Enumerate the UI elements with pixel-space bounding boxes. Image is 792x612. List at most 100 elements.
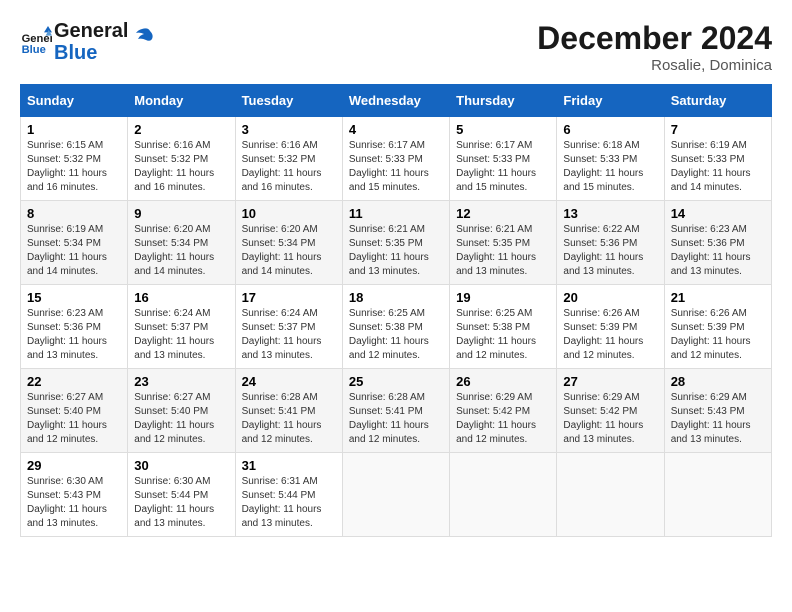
day-cell: 15 Sunrise: 6:23 AM Sunset: 5:36 PM Dayl… xyxy=(21,285,128,369)
sunset-label: Sunset: 5:32 PM xyxy=(27,154,101,165)
day-info: Sunrise: 6:27 AM Sunset: 5:40 PM Dayligh… xyxy=(27,391,121,447)
day-cell: 4 Sunrise: 6:17 AM Sunset: 5:33 PM Dayli… xyxy=(342,117,449,201)
day-cell: 30 Sunrise: 6:30 AM Sunset: 5:44 PM Dayl… xyxy=(128,453,235,537)
day-number: 1 xyxy=(27,122,121,137)
sunset-label: Sunset: 5:35 PM xyxy=(349,238,423,249)
week-row-4: 22 Sunrise: 6:27 AM Sunset: 5:40 PM Dayl… xyxy=(21,369,772,453)
day-number: 23 xyxy=(134,374,228,389)
daylight-label: Daylight: 11 hours and 15 minutes. xyxy=(349,168,429,193)
sunrise-label: Sunrise: 6:29 AM xyxy=(456,392,532,403)
header-tuesday: Tuesday xyxy=(235,85,342,117)
sunset-label: Sunset: 5:43 PM xyxy=(27,490,101,501)
day-cell: 25 Sunrise: 6:28 AM Sunset: 5:41 PM Dayl… xyxy=(342,369,449,453)
day-number: 15 xyxy=(27,290,121,305)
day-cell: 21 Sunrise: 6:26 AM Sunset: 5:39 PM Dayl… xyxy=(664,285,771,369)
sunrise-label: Sunrise: 6:27 AM xyxy=(27,392,103,403)
sunrise-label: Sunrise: 6:24 AM xyxy=(134,308,210,319)
day-number: 24 xyxy=(242,374,336,389)
sunset-label: Sunset: 5:42 PM xyxy=(563,406,637,417)
day-info: Sunrise: 6:30 AM Sunset: 5:44 PM Dayligh… xyxy=(134,475,228,531)
day-number: 3 xyxy=(242,122,336,137)
day-number: 2 xyxy=(134,122,228,137)
daylight-label: Daylight: 11 hours and 12 minutes. xyxy=(349,336,429,361)
daylight-label: Daylight: 11 hours and 13 minutes. xyxy=(242,336,322,361)
sunrise-label: Sunrise: 6:19 AM xyxy=(671,140,747,151)
sunrise-label: Sunrise: 6:22 AM xyxy=(563,224,639,235)
page-container: General Blue General Blue December 2024 … xyxy=(20,20,772,537)
sunrise-label: Sunrise: 6:29 AM xyxy=(671,392,747,403)
day-cell: 31 Sunrise: 6:31 AM Sunset: 5:44 PM Dayl… xyxy=(235,453,342,537)
day-info: Sunrise: 6:15 AM Sunset: 5:32 PM Dayligh… xyxy=(27,139,121,195)
daylight-label: Daylight: 11 hours and 16 minutes. xyxy=(27,168,107,193)
daylight-label: Daylight: 11 hours and 14 minutes. xyxy=(242,252,322,277)
sunset-label: Sunset: 5:33 PM xyxy=(671,154,745,165)
sunset-label: Sunset: 5:35 PM xyxy=(456,238,530,249)
logo-icon: General Blue xyxy=(20,26,52,58)
daylight-label: Daylight: 11 hours and 13 minutes. xyxy=(27,504,107,529)
logo-general: General xyxy=(54,20,128,42)
sunrise-label: Sunrise: 6:20 AM xyxy=(134,224,210,235)
day-number: 13 xyxy=(563,206,657,221)
sunrise-label: Sunrise: 6:18 AM xyxy=(563,140,639,151)
header: General Blue General Blue December 2024 … xyxy=(20,20,772,74)
day-cell xyxy=(450,453,557,537)
sunrise-label: Sunrise: 6:21 AM xyxy=(456,224,532,235)
day-number: 16 xyxy=(134,290,228,305)
day-number: 25 xyxy=(349,374,443,389)
week-row-3: 15 Sunrise: 6:23 AM Sunset: 5:36 PM Dayl… xyxy=(21,285,772,369)
sunset-label: Sunset: 5:41 PM xyxy=(349,406,423,417)
sunrise-label: Sunrise: 6:23 AM xyxy=(671,224,747,235)
day-number: 17 xyxy=(242,290,336,305)
sunset-label: Sunset: 5:42 PM xyxy=(456,406,530,417)
sunset-label: Sunset: 5:34 PM xyxy=(27,238,101,249)
main-title: December 2024 xyxy=(537,20,772,57)
daylight-label: Daylight: 11 hours and 14 minutes. xyxy=(27,252,107,277)
daylight-label: Daylight: 11 hours and 12 minutes. xyxy=(456,336,536,361)
sunset-label: Sunset: 5:40 PM xyxy=(134,406,208,417)
sunrise-label: Sunrise: 6:27 AM xyxy=(134,392,210,403)
day-info: Sunrise: 6:23 AM Sunset: 5:36 PM Dayligh… xyxy=(27,307,121,363)
sunrise-label: Sunrise: 6:16 AM xyxy=(242,140,318,151)
day-number: 19 xyxy=(456,290,550,305)
daylight-label: Daylight: 11 hours and 13 minutes. xyxy=(134,336,214,361)
day-info: Sunrise: 6:31 AM Sunset: 5:44 PM Dayligh… xyxy=(242,475,336,531)
daylight-label: Daylight: 11 hours and 14 minutes. xyxy=(671,168,751,193)
sunrise-label: Sunrise: 6:19 AM xyxy=(27,224,103,235)
sunrise-label: Sunrise: 6:30 AM xyxy=(27,476,103,487)
daylight-label: Daylight: 11 hours and 12 minutes. xyxy=(134,420,214,445)
header-saturday: Saturday xyxy=(664,85,771,117)
day-info: Sunrise: 6:24 AM Sunset: 5:37 PM Dayligh… xyxy=(242,307,336,363)
day-cell: 28 Sunrise: 6:29 AM Sunset: 5:43 PM Dayl… xyxy=(664,369,771,453)
day-number: 12 xyxy=(456,206,550,221)
calendar-table: Sunday Monday Tuesday Wednesday Thursday… xyxy=(20,84,772,537)
day-info: Sunrise: 6:28 AM Sunset: 5:41 PM Dayligh… xyxy=(242,391,336,447)
sunrise-label: Sunrise: 6:30 AM xyxy=(134,476,210,487)
sunset-label: Sunset: 5:32 PM xyxy=(242,154,316,165)
calendar-body: 1 Sunrise: 6:15 AM Sunset: 5:32 PM Dayli… xyxy=(21,117,772,537)
header-thursday: Thursday xyxy=(450,85,557,117)
day-info: Sunrise: 6:23 AM Sunset: 5:36 PM Dayligh… xyxy=(671,223,765,279)
day-cell: 23 Sunrise: 6:27 AM Sunset: 5:40 PM Dayl… xyxy=(128,369,235,453)
header-monday: Monday xyxy=(128,85,235,117)
sunset-label: Sunset: 5:44 PM xyxy=(242,490,316,501)
day-cell xyxy=(664,453,771,537)
sunrise-label: Sunrise: 6:29 AM xyxy=(563,392,639,403)
day-number: 18 xyxy=(349,290,443,305)
day-number: 7 xyxy=(671,122,765,137)
sunrise-label: Sunrise: 6:26 AM xyxy=(671,308,747,319)
day-cell: 13 Sunrise: 6:22 AM Sunset: 5:36 PM Dayl… xyxy=(557,201,664,285)
subtitle: Rosalie, Dominica xyxy=(537,57,772,74)
day-number: 6 xyxy=(563,122,657,137)
calendar-header: Sunday Monday Tuesday Wednesday Thursday… xyxy=(21,85,772,117)
sunrise-label: Sunrise: 6:28 AM xyxy=(349,392,425,403)
daylight-label: Daylight: 11 hours and 13 minutes. xyxy=(242,504,322,529)
day-info: Sunrise: 6:29 AM Sunset: 5:42 PM Dayligh… xyxy=(456,391,550,447)
day-info: Sunrise: 6:16 AM Sunset: 5:32 PM Dayligh… xyxy=(134,139,228,195)
daylight-label: Daylight: 11 hours and 13 minutes. xyxy=(349,252,429,277)
day-number: 4 xyxy=(349,122,443,137)
week-row-2: 8 Sunrise: 6:19 AM Sunset: 5:34 PM Dayli… xyxy=(21,201,772,285)
sunrise-label: Sunrise: 6:24 AM xyxy=(242,308,318,319)
header-wednesday: Wednesday xyxy=(342,85,449,117)
daylight-label: Daylight: 11 hours and 12 minutes. xyxy=(671,336,751,361)
sunset-label: Sunset: 5:36 PM xyxy=(563,238,637,249)
